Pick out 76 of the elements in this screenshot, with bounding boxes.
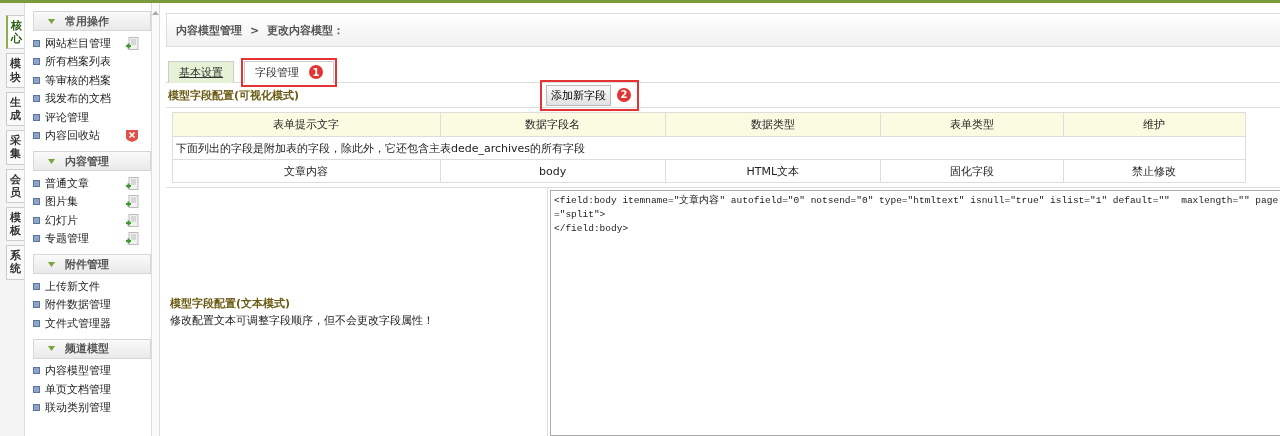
sidebar-item[interactable]: 单页文档管理 [45,381,121,397]
sidebar-item[interactable]: 附件数据管理 [45,297,121,313]
table-cell: 固化字段 [880,159,1064,183]
sidebar-item[interactable]: 所有档案列表 [45,54,121,70]
section-header[interactable]: 频道模型 [33,338,151,359]
bullet-icon [33,282,40,290]
side-tab[interactable]: 模板 [6,206,24,242]
sidebar-item[interactable]: 专题管理 [45,231,121,247]
breadcrumb-current: 更改内容模型： [267,22,345,38]
bullet-icon [33,367,40,375]
caret-icon [48,18,55,24]
bullet-icon [33,76,40,84]
sidebar-item[interactable]: 评论管理 [45,109,121,125]
add-document-icon[interactable] [126,232,139,246]
caret-icon [48,261,55,267]
scroll-up-icon[interactable] [152,11,159,15]
breadcrumb-separator: > [250,23,260,37]
side-tab[interactable]: 生成 [6,91,24,127]
sidebar-item[interactable]: 幻灯片 [45,212,121,228]
column-header: 表单类型 [880,112,1064,137]
side-tab[interactable]: 系统 [6,245,24,280]
sidebar-item[interactable]: 图片集 [45,194,121,210]
side-tab[interactable]: 采集 [6,130,24,165]
table-cell: body [440,159,666,183]
caret-icon [48,346,55,351]
sidebar-item[interactable]: 上传新文件 [45,278,121,294]
bullet-icon [33,132,40,140]
callout-number: 1 [309,65,323,79]
section-title: 模型字段配置(文本模式) [170,296,292,311]
bullet-icon [33,385,40,393]
bullet-icon [33,404,40,412]
callout-number: 2 [617,87,631,102]
bullet-icon [33,301,40,309]
sidebar-item[interactable]: 普通文章 [45,175,121,191]
bullet-icon [33,58,40,66]
bullet-icon [33,113,40,121]
table-cell: HTML文本 [665,159,881,183]
bullet-icon [33,198,40,206]
add-document-icon[interactable] [126,36,139,50]
sidebar-item[interactable]: 文件式管理器 [45,315,121,331]
bullet-icon [33,319,40,327]
sidebar-item[interactable]: 联动类别管理 [45,400,121,416]
add-document-icon[interactable] [126,213,139,227]
sidebar-item[interactable]: 内容模型管理 [45,363,121,379]
add-document-icon[interactable] [126,195,139,209]
bullet-icon [33,95,40,103]
hint-text: 修改配置文本可调整字段顺序，但不会更改字段属性！ [170,313,435,328]
config-text-area[interactable]: <field:body itemname="文章内容" autofield="0" notsend="0" type="htmltext" isnull="true" islist="1" default="" maxlength="" page ="split"> </field:body> [550,190,1280,436]
sidebar-item[interactable]: 等审核的档案 [45,72,121,88]
delete-icon[interactable] [126,129,138,143]
sidebar-item[interactable]: 内容回收站 [45,128,121,144]
table-cell: 文章内容 [172,159,441,183]
add-field-button[interactable]: 添加新字段 [546,84,611,106]
bullet-icon [33,39,40,47]
table-note: 下面列出的字段是附加表的字段，除此外，它还包含主表dede_archives的所有字段 [172,136,1246,160]
section-header[interactable]: 常用操作 [33,11,151,31]
add-document-icon[interactable] [126,176,139,190]
caret-icon [48,158,55,164]
sidebar-item[interactable]: 我发布的文档 [45,91,121,107]
breadcrumb-link[interactable]: 内容模型管理 [176,22,242,38]
column-header: 表单提示文字 [172,112,441,137]
side-tab[interactable]: 核心 [6,15,24,50]
side-tab[interactable]: 会员 [6,168,24,203]
bullet-icon [33,216,40,224]
tab[interactable]: 基本设置 [168,61,234,83]
table-cell: 禁止修改 [1063,159,1246,183]
section-header[interactable]: 附件管理 [33,254,151,274]
section-title: 模型字段配置(可视化模式) [167,87,301,103]
column-header: 数据字段名 [440,112,666,137]
column-header: 维护 [1063,112,1246,137]
bullet-icon [33,179,40,187]
column-header: 数据类型 [665,112,881,137]
section-header[interactable]: 内容管理 [33,151,151,171]
bullet-icon [33,235,40,243]
sidebar-item[interactable]: 网站栏目管理 [45,35,121,51]
side-tab[interactable]: 模块 [6,53,24,88]
